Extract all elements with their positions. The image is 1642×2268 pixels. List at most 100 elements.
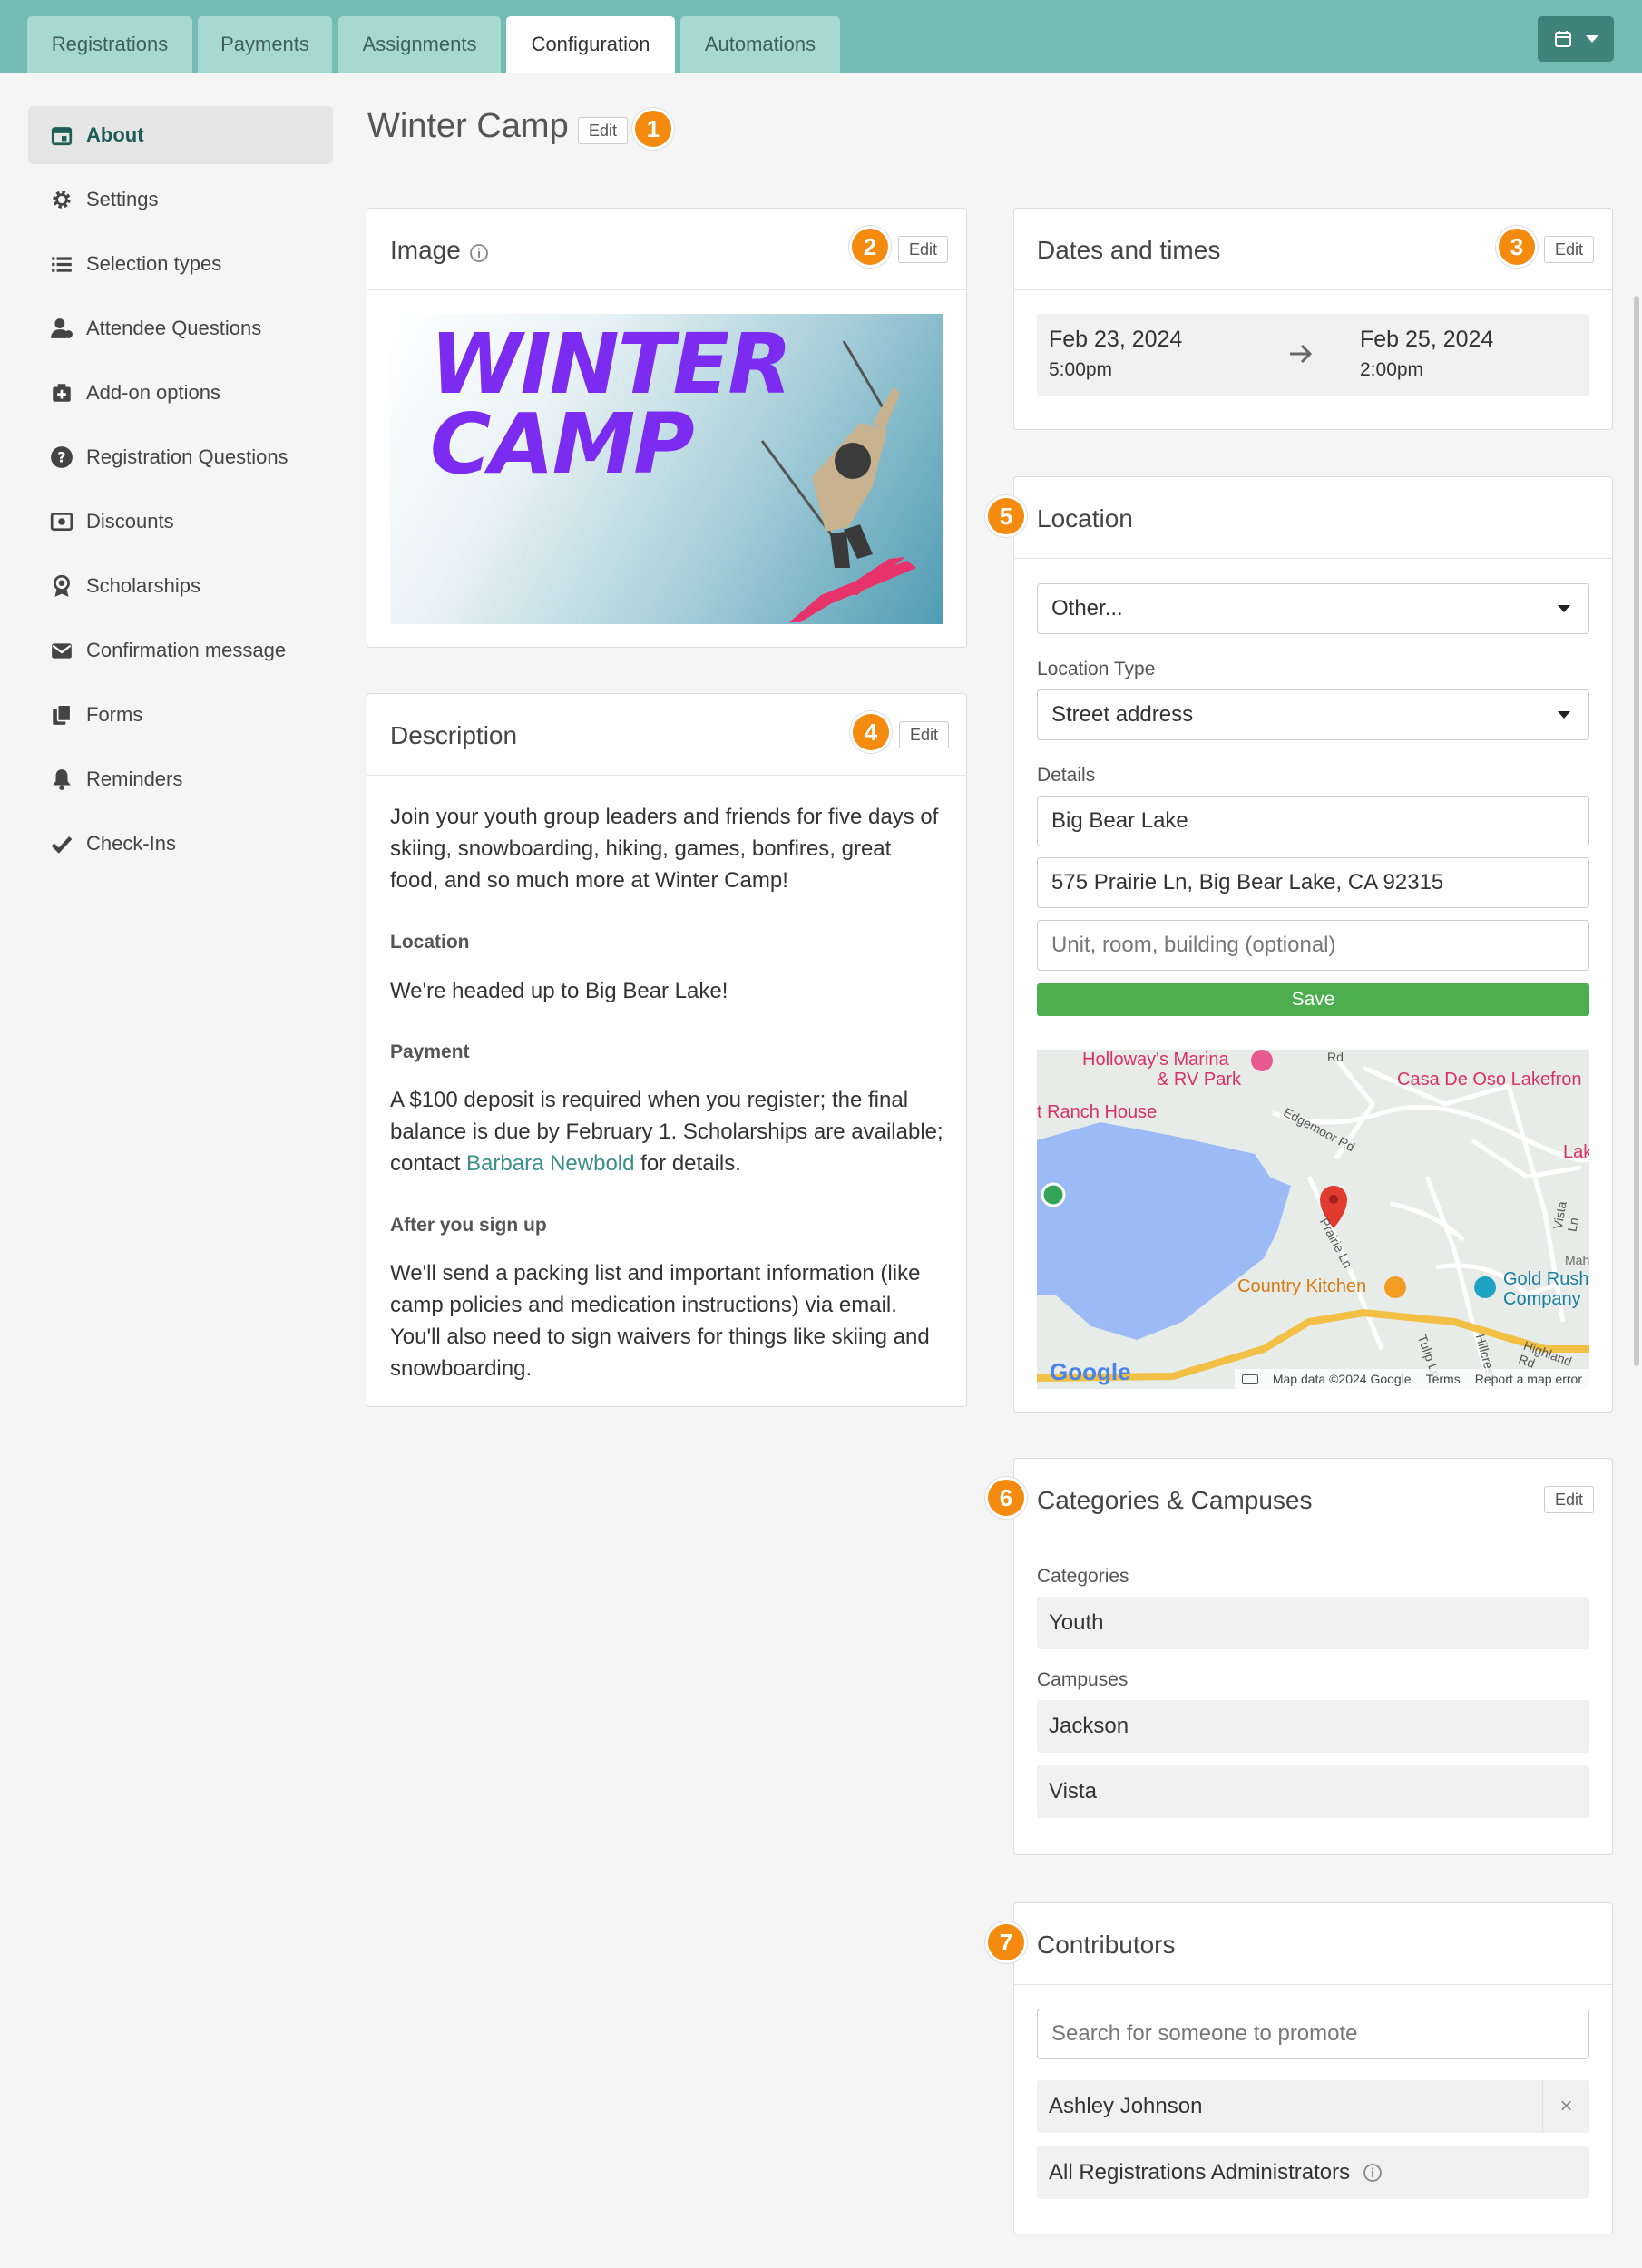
bell-icon bbox=[53, 769, 71, 790]
event-banner-image: WINTER CAMP bbox=[390, 314, 943, 624]
after-signup-heading: After you sign up bbox=[390, 1215, 547, 1236]
location-name-field[interactable]: Big Bear Lake bbox=[1037, 796, 1589, 846]
gear-icon bbox=[53, 191, 71, 209]
tab-automations[interactable]: Automations bbox=[680, 16, 840, 73]
location-panel-title: Location bbox=[1037, 504, 1133, 533]
map-graphic bbox=[1037, 1050, 1589, 1389]
tab-assignments[interactable]: Assignments bbox=[338, 16, 501, 73]
scrollbar[interactable] bbox=[1634, 296, 1639, 1366]
map-label-gold-rush: Gold Rush bbox=[1503, 1269, 1589, 1289]
sidebar-item-selection-types[interactable]: Selection types bbox=[28, 235, 333, 293]
description-intro: Join your youth group leaders and friend… bbox=[390, 805, 939, 893]
address-field[interactable]: 575 Prairie Ln, Big Bear Lake, CA 92315 bbox=[1037, 857, 1589, 908]
sidebar-item-add-on-options[interactable]: Add-on options bbox=[28, 364, 333, 422]
payment-text: A $100 deposit is required when you regi… bbox=[390, 1088, 943, 1176]
sidebar-item-confirmation-message[interactable]: Confirmation message bbox=[28, 621, 333, 679]
sidebar-item-label: Selection types bbox=[86, 252, 222, 275]
description-panel: Description 4 Edit Join your youth group… bbox=[367, 693, 967, 1407]
end-date: Feb 25, 2024 bbox=[1360, 327, 1494, 352]
categories-label: Categories bbox=[1037, 1566, 1129, 1587]
sidebar-item-attendee-questions[interactable]: Attendee Questions bbox=[28, 299, 333, 357]
contributor-search-input[interactable]: Search for someone to promote bbox=[1037, 2009, 1589, 2059]
question-circle-icon: ? bbox=[51, 446, 73, 468]
details-label: Details bbox=[1037, 765, 1096, 786]
sidebar-item-about[interactable]: About bbox=[28, 106, 333, 164]
sidebar-item-settings[interactable]: Settings bbox=[28, 171, 333, 229]
map-label-country-kitchen: Country Kitchen bbox=[1237, 1276, 1367, 1296]
contributor-row: Ashley Johnson × bbox=[1037, 2080, 1589, 2133]
tab-registrations[interactable]: Registrations bbox=[27, 16, 192, 73]
sidebar-item-scholarships[interactable]: Scholarships bbox=[28, 557, 333, 615]
location-select[interactable]: Other... bbox=[1037, 583, 1589, 634]
sidebar-item-label: Check-Ins bbox=[86, 832, 177, 855]
sidebar-item-discounts[interactable]: Discounts bbox=[28, 493, 333, 551]
save-button[interactable]: Save bbox=[1037, 983, 1589, 1016]
info-icon[interactable] bbox=[469, 243, 489, 263]
keyboard-icon[interactable] bbox=[1241, 1374, 1258, 1384]
remove-contributor-button[interactable]: × bbox=[1542, 2080, 1589, 2133]
discount-icon bbox=[50, 512, 73, 532]
sidebar-item-label: Reminders bbox=[86, 767, 183, 790]
map-label-casa: Casa De Oso Lakefron bbox=[1397, 1070, 1582, 1090]
contributor-group-row: All Registrations Administrators bbox=[1037, 2146, 1589, 2199]
location-panel-header: 5 Location bbox=[985, 477, 1612, 559]
contributor-group-name: All Registrations Administrators bbox=[1049, 2160, 1351, 2185]
campus-item: Jackson bbox=[1037, 1700, 1589, 1753]
description-panel-title: Description bbox=[390, 721, 518, 749]
contributors-panel: 7 Contributors Search for someone to pro… bbox=[985, 1902, 1613, 2234]
payment-heading: Payment bbox=[390, 1041, 470, 1062]
sidebar-item-label: Attendee Questions bbox=[86, 317, 262, 339]
info-icon[interactable] bbox=[1363, 2163, 1383, 2183]
end-time: 2:00pm bbox=[1360, 359, 1424, 380]
chevron-down-icon bbox=[1586, 35, 1598, 43]
image-edit-button[interactable]: Edit bbox=[898, 236, 949, 263]
tab-configuration[interactable]: Configuration bbox=[506, 16, 675, 73]
map-label-company: Company bbox=[1503, 1289, 1581, 1309]
sidebar-item-label: Add-on options bbox=[86, 381, 220, 404]
calendar-sync-icon bbox=[1555, 31, 1571, 47]
top-bar: Registrations Payments Assignments Confi… bbox=[0, 0, 1642, 73]
location-type-select[interactable]: Street address bbox=[1037, 689, 1589, 740]
sidebar-item-label: Registration Questions bbox=[86, 445, 288, 468]
calendar-menu-button[interactable] bbox=[1538, 16, 1614, 62]
sidebar-item-check-ins[interactable]: Check-Ins bbox=[28, 815, 333, 873]
location-map[interactable]: Holloway's Marina & RV Park Casa De Oso … bbox=[1037, 1050, 1589, 1389]
contributors-panel-header: 7 Contributors bbox=[985, 1903, 1612, 1985]
skier-illustration bbox=[760, 340, 916, 622]
start-time: 5:00pm bbox=[1049, 359, 1113, 380]
map-label-mah: Mah bbox=[1565, 1253, 1589, 1267]
location-heading: Location bbox=[390, 932, 470, 953]
checkmark-icon bbox=[51, 836, 73, 854]
sidebar-item-label: Confirmation message bbox=[86, 639, 287, 661]
map-report-link[interactable]: Report a map error bbox=[1475, 1372, 1582, 1386]
categories-edit-button[interactable]: Edit bbox=[1544, 1486, 1595, 1513]
location-type-label: Location Type bbox=[1037, 659, 1156, 679]
sidebar-item-label: Scholarships bbox=[86, 574, 200, 597]
after-signup-text: We'll send a packing list and important … bbox=[390, 1261, 930, 1381]
date-range-box: Feb 23, 2024 5:00pm Feb 25, 2024 2:00pm bbox=[1037, 314, 1589, 396]
map-label-lak: Lak bbox=[1563, 1142, 1589, 1162]
sidebar-item-reminders[interactable]: Reminders bbox=[28, 750, 333, 808]
sidebar-item-registration-questions[interactable]: ? Registration Questions bbox=[28, 428, 333, 486]
map-terms-link[interactable]: Terms bbox=[1426, 1372, 1461, 1386]
description-edit-button[interactable]: Edit bbox=[899, 721, 950, 748]
dates-edit-button[interactable]: Edit bbox=[1544, 236, 1595, 263]
map-data-text: Map data ©2024 Google bbox=[1272, 1372, 1412, 1386]
sidebar-item-label: Settings bbox=[86, 188, 159, 210]
sidebar-item-label: Forms bbox=[86, 703, 143, 726]
tab-payments[interactable]: Payments bbox=[198, 16, 332, 73]
title-edit-button[interactable]: Edit bbox=[578, 117, 629, 144]
location-text: We're headed up to Big Bear Lake! bbox=[390, 979, 728, 1003]
image-panel-header: Image 2 Edit bbox=[367, 209, 966, 290]
start-date: Feb 23, 2024 bbox=[1049, 327, 1183, 352]
add-box-icon bbox=[53, 384, 71, 402]
contact-link[interactable]: Barbara Newbold bbox=[466, 1151, 634, 1176]
campuses-label: Campuses bbox=[1037, 1669, 1129, 1690]
unit-field[interactable]: Unit, room, building (optional) bbox=[1037, 920, 1589, 971]
arrow-right-icon bbox=[1290, 344, 1313, 364]
sidebar-item-forms[interactable]: Forms bbox=[28, 686, 333, 744]
chevron-down-icon bbox=[1558, 605, 1570, 612]
google-logo: Google bbox=[1050, 1358, 1131, 1385]
marker-1: 1 bbox=[632, 108, 674, 150]
contributor-name: Ashley Johnson bbox=[1049, 2094, 1203, 2118]
